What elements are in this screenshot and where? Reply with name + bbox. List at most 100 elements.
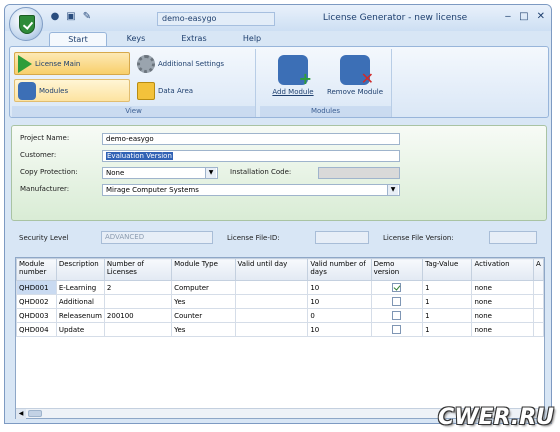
window-controls: ‒ □ ✕	[505, 11, 545, 22]
demo-checkbox[interactable]	[391, 297, 401, 306]
license-form: Project Name: demo-easygo Customer: Eval…	[11, 125, 547, 221]
demo-checkbox[interactable]	[391, 311, 401, 320]
scroll-left-icon[interactable]: ◀	[16, 409, 26, 419]
shield-icon	[19, 15, 35, 34]
column-header[interactable]: Valid number of days	[307, 258, 372, 281]
column-header[interactable]: Tag-Value	[422, 258, 473, 281]
modules-table: Module number Description Number of Lice…	[15, 257, 545, 419]
maximize-button[interactable]: □	[519, 11, 528, 22]
ribbon: License Main Modules Additional Settings…	[9, 46, 549, 118]
copy-protection-select[interactable]: None	[102, 167, 218, 179]
remove-module-icon: ✕	[340, 55, 374, 87]
cell-licenses[interactable]: 2	[103, 280, 173, 295]
bulb-icon[interactable]: ●	[49, 11, 61, 23]
column-header[interactable]: Module Type	[171, 258, 236, 281]
license-file-id-input[interactable]	[315, 231, 369, 244]
project-name-input[interactable]: demo-easygo	[102, 133, 400, 145]
cell-valid-until[interactable]	[234, 308, 309, 323]
cell-type[interactable]: Counter	[171, 308, 236, 323]
remove-module-label: Remove Module	[326, 88, 384, 96]
additional-settings-button[interactable]: Additional Settings	[134, 52, 252, 75]
tab-keys[interactable]: Keys	[107, 32, 165, 46]
add-module-button[interactable]: + Add Module	[264, 53, 322, 105]
cell-description[interactable]: Releasenum	[55, 308, 105, 323]
puzzle-icon	[18, 81, 36, 100]
cell-valid-days[interactable]: 10	[307, 322, 372, 337]
cell-activation[interactable]: none	[471, 294, 534, 309]
cell-type[interactable]: Computer	[171, 280, 236, 295]
column-header[interactable]: Valid until day	[234, 258, 309, 281]
tab-start[interactable]: Start	[49, 32, 107, 46]
remove-module-button[interactable]: ✕ Remove Module	[326, 53, 384, 105]
manufacturer-select[interactable]: Mirage Computer Systems	[102, 184, 400, 196]
table-row[interactable]: QHD002 Additional Yes 10 1 none	[16, 294, 545, 309]
cell-valid-days[interactable]: 10	[307, 280, 372, 295]
cell-description[interactable]: E-Learning	[55, 280, 105, 295]
modules-button[interactable]: Modules	[14, 79, 130, 102]
cell-activation[interactable]: none	[471, 322, 534, 337]
cell-module[interactable]: QHD004	[16, 322, 57, 337]
scroll-thumb[interactable]	[28, 410, 42, 417]
cell-description[interactable]: Additional	[55, 294, 105, 309]
data-area-label: Data Area	[158, 86, 194, 95]
column-header[interactable]: Module number	[16, 258, 57, 281]
cell-tag[interactable]: 1	[422, 308, 473, 323]
view-group: License Main Modules Additional Settings…	[12, 49, 256, 117]
tab-help[interactable]: Help	[223, 32, 281, 46]
license-file-version-input[interactable]	[489, 231, 537, 244]
security-level-input[interactable]: ADVANCED	[101, 231, 213, 244]
customer-input[interactable]: Evaluation Version	[102, 150, 400, 162]
window-title: License Generator - new license	[322, 13, 468, 23]
close-button[interactable]: ✕	[537, 11, 545, 22]
modules-label: Modules	[39, 86, 69, 95]
column-header[interactable]: A	[532, 258, 545, 281]
demo-checkbox[interactable]	[391, 325, 401, 334]
cell-module[interactable]: QHD003	[16, 308, 57, 323]
tools-icon[interactable]: ✎	[81, 11, 93, 23]
cell-valid-until[interactable]	[234, 294, 309, 309]
column-header[interactable]: Activation	[471, 258, 534, 281]
table-row[interactable]: QHD003 Releasenum 200100 Counter 0 1 non…	[16, 308, 545, 323]
cell-valid-days[interactable]: 0	[307, 308, 372, 323]
application-menu-button[interactable]	[9, 7, 43, 41]
cell-type[interactable]: Yes	[171, 322, 236, 337]
security-level-label: Security Level	[19, 234, 69, 242]
cell-valid-until[interactable]	[234, 280, 309, 295]
document-tab[interactable]: demo-easygo	[157, 12, 275, 26]
table-row[interactable]: QHD001 E-Learning 2 Computer 10 1 none	[16, 280, 545, 295]
save-icon[interactable]: ▣	[65, 11, 77, 23]
column-header[interactable]: Demo version	[370, 258, 424, 281]
table-row[interactable]: QHD004 Update Yes 10 1 none	[16, 322, 545, 337]
modules-group: + Add Module ✕ Remove Module Modules	[260, 49, 392, 117]
cell-licenses[interactable]: 200100	[103, 308, 173, 323]
add-module-icon: +	[278, 55, 312, 87]
installation-code-input[interactable]	[318, 167, 400, 179]
cell-tag[interactable]: 1	[422, 280, 473, 295]
cell-tag[interactable]: 1	[422, 294, 473, 309]
cell-module[interactable]: QHD001	[16, 280, 57, 295]
license-main-button[interactable]: License Main	[14, 52, 130, 75]
license-main-label: License Main	[35, 59, 81, 68]
app-window: ● ▣ ✎ demo-easygo License Generator - ne…	[4, 4, 552, 424]
play-icon	[18, 54, 32, 73]
cell-type[interactable]: Yes	[171, 294, 236, 309]
cell-activation[interactable]: none	[471, 280, 534, 295]
data-area-button[interactable]: Data Area	[134, 79, 252, 102]
cell-module[interactable]: QHD002	[16, 294, 57, 309]
demo-checkbox[interactable]	[391, 283, 401, 292]
minimize-button[interactable]: ‒	[505, 11, 511, 22]
license-file-version-label: License File Version:	[383, 234, 454, 242]
customer-value: Evaluation Version	[106, 152, 173, 160]
cell-activation[interactable]: none	[471, 308, 534, 323]
cell-valid-days[interactable]: 10	[307, 294, 372, 309]
tab-extras[interactable]: Extras	[165, 32, 223, 46]
column-header[interactable]: Description	[55, 258, 105, 281]
add-module-label: Add Module	[272, 88, 314, 96]
cell-licenses[interactable]	[103, 294, 173, 309]
cell-licenses[interactable]	[103, 322, 173, 337]
project-name-label: Project Name:	[20, 134, 70, 142]
column-header[interactable]: Number of Licenses	[103, 258, 173, 281]
cell-tag[interactable]: 1	[422, 322, 473, 337]
cell-valid-until[interactable]	[234, 322, 309, 337]
cell-description[interactable]: Update	[55, 322, 105, 337]
